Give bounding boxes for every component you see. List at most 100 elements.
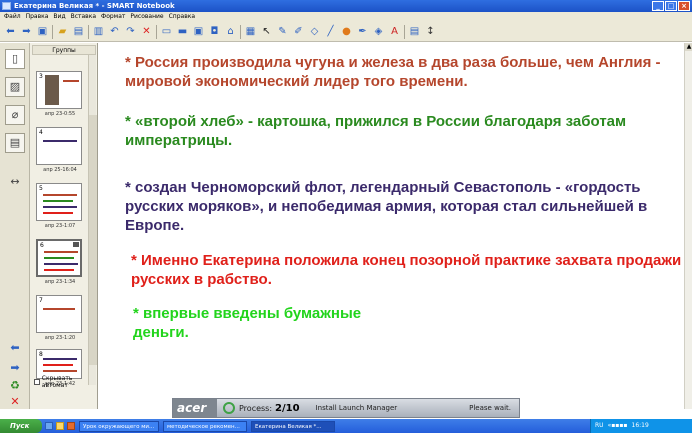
- title-bar: Екатерина Великая * - SMART Notebook _ □…: [0, 0, 692, 12]
- page-thumbnail-6[interactable]: 6: [36, 239, 82, 277]
- minimize-button[interactable]: _: [652, 1, 664, 11]
- full-screen-icon[interactable]: ▬: [176, 25, 189, 38]
- paste-icon[interactable]: ▥: [92, 25, 105, 38]
- slide-page[interactable]: * Россия производила чугуна и железа в д…: [113, 48, 692, 388]
- move-toolbar-icon[interactable]: ↕: [424, 25, 437, 38]
- pen-icon[interactable]: ✎: [276, 25, 289, 38]
- toolbar-separator: [52, 24, 53, 39]
- sorter-scrollbar[interactable]: [88, 55, 97, 385]
- thumbnail-number: 6: [40, 242, 44, 249]
- thumbnail-number: 3: [39, 73, 43, 80]
- table-icon[interactable]: ▦: [244, 25, 257, 38]
- move-right-icon[interactable]: ➡: [5, 359, 25, 379]
- slide-text-slavery[interactable]: * Именно Екатерина положила конец позорн…: [131, 251, 691, 289]
- window-controls: _ □ ×: [652, 1, 690, 11]
- thumbnail-menu-icon[interactable]: [73, 242, 79, 247]
- screen-shade-icon[interactable]: ▭: [160, 25, 173, 38]
- page-thumbnail-5[interactable]: 5: [36, 183, 82, 221]
- display-icon[interactable]: ▣: [192, 25, 205, 38]
- move-left-icon[interactable]: ⬅: [5, 339, 25, 359]
- shapes-icon[interactable]: ●: [340, 25, 353, 38]
- toolbar: ⬅ ➡ ▣ ▰ ▤ ▥ ↶ ↷ ✕ ▭ ▬ ▣ ◘ ⌂ ▦ ↖ ✎ ✐ ◇ ╱ …: [0, 22, 692, 42]
- menu-bar: Файл Правка Вид Вставка Формат Рисование…: [0, 12, 692, 22]
- slide-text-iron[interactable]: * Россия производила чугуна и железа в д…: [125, 53, 685, 91]
- page-sorter-tab-icon[interactable]: ▯: [5, 49, 25, 69]
- close-button[interactable]: ×: [678, 1, 690, 11]
- canvas-scrollbar[interactable]: ▲: [684, 43, 692, 409]
- add-page-icon[interactable]: ▣: [36, 25, 49, 38]
- task-notebook[interactable]: Екатерина Великая *...: [251, 420, 335, 432]
- forward-arrow-icon[interactable]: ➡: [20, 25, 33, 38]
- page-thumbnail-7[interactable]: 7: [36, 295, 82, 333]
- back-arrow-icon[interactable]: ⬅: [4, 25, 17, 38]
- page-thumbnail-3[interactable]: 3: [36, 71, 82, 109]
- menu-draw[interactable]: Рисование: [130, 12, 163, 22]
- gallery-tab-icon[interactable]: ▨: [5, 77, 25, 97]
- redo-icon[interactable]: ↷: [124, 25, 137, 38]
- page-thumbnail-4[interactable]: 4: [36, 127, 82, 165]
- eraser-icon[interactable]: ◇: [308, 25, 321, 38]
- app-icon: [2, 2, 11, 10]
- thumbnail-caption: апр 23-1:07: [44, 223, 76, 229]
- magic-pen-icon[interactable]: ✒: [356, 25, 369, 38]
- notebook-canvas[interactable]: * Россия производила чугуна и железа в д…: [99, 43, 692, 409]
- language-indicator[interactable]: RU: [595, 419, 604, 433]
- quicklaunch-media-icon[interactable]: [56, 422, 64, 430]
- install-progress-banner: acer Process: 2/10 Install Launch Manage…: [172, 398, 520, 418]
- clock: 16:19: [631, 422, 649, 429]
- slide-text-fleet[interactable]: * создан Черноморский флот, легендарный …: [125, 178, 691, 235]
- line-icon[interactable]: ╱: [324, 25, 337, 38]
- toolbar-separator: [240, 24, 241, 39]
- taskbar: Пуск Урок окружающего ми... методическое…: [0, 419, 692, 433]
- maximize-button[interactable]: □: [665, 1, 677, 11]
- slide-text-potato[interactable]: * «второй хлеб» - картошка, прижился в Р…: [125, 112, 685, 150]
- properties-tab-icon[interactable]: ▤: [5, 133, 25, 153]
- quicklaunch-app-icon[interactable]: [67, 422, 75, 430]
- undo-icon[interactable]: ↶: [108, 25, 121, 38]
- window-title: Екатерина Великая * - SMART Notebook: [14, 2, 175, 10]
- tray-icons[interactable]: «▪▪▪▪: [608, 419, 628, 433]
- autohide-checkbox[interactable]: [34, 379, 40, 385]
- resize-arrows-icon[interactable]: ↔: [5, 173, 25, 193]
- system-tray: RU «▪▪▪▪ 16:19: [590, 419, 692, 433]
- thumbnail-number: 7: [39, 297, 43, 304]
- delete-icon[interactable]: ✕: [140, 25, 153, 38]
- scroll-up-icon[interactable]: ▲: [685, 43, 692, 51]
- quicklaunch-ie-icon[interactable]: [45, 422, 53, 430]
- thumbnail-number: 5: [39, 185, 43, 192]
- sorter-scroll-thumb[interactable]: [89, 115, 97, 365]
- sorter-header[interactable]: Группы: [32, 45, 96, 55]
- task-method-doc[interactable]: методическое рекомен...: [163, 420, 247, 432]
- toolbar-separator: [156, 24, 157, 39]
- menu-view[interactable]: Вид: [53, 12, 65, 22]
- menu-help[interactable]: Справка: [169, 12, 195, 22]
- creative-pen-icon[interactable]: ✐: [292, 25, 305, 38]
- fill-icon[interactable]: ◈: [372, 25, 385, 38]
- task-lesson-doc[interactable]: Урок окружающего ми...: [79, 420, 159, 432]
- attachments-tab-icon[interactable]: ⌀: [5, 105, 25, 125]
- process-label: Process:: [239, 403, 273, 413]
- menu-edit[interactable]: Правка: [26, 12, 49, 22]
- save-icon[interactable]: ▤: [72, 25, 85, 38]
- start-button[interactable]: Пуск: [0, 419, 42, 433]
- portrait-image: [45, 75, 59, 105]
- slide-text-banknotes[interactable]: * впервые введены бумажные деньги.: [133, 304, 403, 342]
- acer-logo: acer: [173, 399, 217, 417]
- wait-message: Please wait.: [469, 404, 511, 412]
- menu-insert[interactable]: Вставка: [71, 12, 96, 22]
- delete-page-side-icon[interactable]: ✕: [5, 393, 25, 413]
- select-pointer-icon[interactable]: ↖: [260, 25, 273, 38]
- thumbnail-caption: апр 23-1:20: [44, 335, 76, 341]
- thumbnail-number: 4: [39, 129, 43, 136]
- capture-icon[interactable]: ◘: [208, 25, 221, 38]
- text-icon[interactable]: A: [388, 25, 401, 38]
- properties-icon[interactable]: ▤: [408, 25, 421, 38]
- autohide-option[interactable]: Скрывать автомат: [34, 375, 97, 389]
- open-folder-icon[interactable]: ▰: [56, 25, 69, 38]
- thumbnail-caption: апр 23-1:34: [44, 279, 76, 285]
- thumbnail-caption: апр 25-16:04: [43, 167, 77, 173]
- menu-format[interactable]: Формат: [101, 12, 125, 22]
- document-camera-icon[interactable]: ⌂: [224, 25, 237, 38]
- menu-file[interactable]: Файл: [4, 12, 21, 22]
- thumbnail-number: 8: [39, 351, 43, 358]
